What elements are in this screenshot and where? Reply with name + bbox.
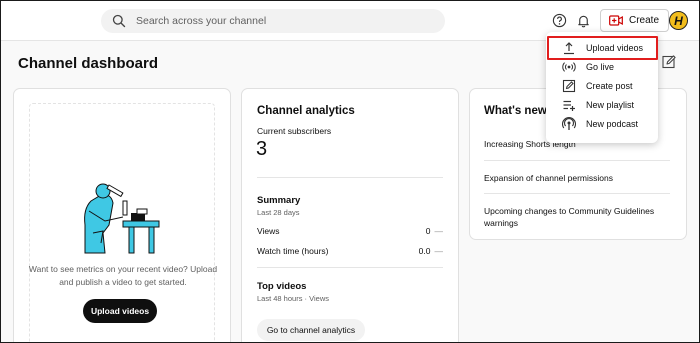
playlist-icon [562,98,576,112]
divider [257,267,443,268]
divider [484,193,670,194]
stat-row-watch-time: Watch time (hours) 0.0— [257,246,443,256]
avatar-letter: H [674,13,683,28]
create-menu: Upload videos Go live Create post New pl… [546,32,658,143]
summary-period: Last 28 days [257,208,300,217]
news-item[interactable]: Expansion of channel permissions [484,172,670,184]
channel-analytics-card: Channel analytics Current subscribers 3 … [241,88,459,342]
top-videos-period: Last 48 hours · Views [257,294,329,303]
live-icon [562,60,576,74]
menu-item-go-live[interactable]: Go live [546,58,658,76]
subscribers-count: 3 [256,138,268,160]
menu-item-label: Go live [586,62,615,72]
podcast-icon [562,117,576,131]
video-add-icon [609,15,623,26]
studio-window: Create H Channel dashboard Wan [0,0,700,343]
analytics-title: Channel analytics [257,105,355,117]
upload-illustration [79,181,163,262]
create-button[interactable]: Create [600,9,670,32]
stat-value: 0 [425,226,431,236]
stat-change: — [434,226,444,236]
search-icon [112,14,126,28]
menu-item-label: Upload videos [586,43,644,53]
divider [257,177,443,178]
summary-title: Summary [257,195,301,206]
stat-value: 0.0 [418,246,431,256]
menu-item-label: Create post [586,81,633,91]
menu-item-label: New podcast [586,119,639,129]
top-videos-title: Top videos [257,281,307,292]
menu-item-new-playlist[interactable]: New playlist [546,96,658,114]
avatar[interactable]: H [669,11,688,30]
edit-icon[interactable] [661,54,677,70]
search-input[interactable] [136,15,426,27]
stat-label: Views [257,226,280,236]
go-to-analytics-button[interactable]: Go to channel analytics [257,319,365,341]
help-icon[interactable] [551,12,567,28]
menu-item-create-post[interactable]: Create post [546,77,658,95]
search-bar[interactable] [101,9,445,33]
stat-row-views: Views 0— [257,226,443,236]
menu-item-upload-videos[interactable]: Upload videos [546,39,658,57]
stat-label: Watch time (hours) [257,246,329,256]
upload-prompt-text: Want to see metrics on your recent video… [28,264,218,287]
menu-item-label: New playlist [586,100,635,110]
create-label: Create [629,15,660,26]
page-title: Channel dashboard [18,55,159,72]
stat-change: — [434,246,444,256]
menu-item-new-podcast[interactable]: New podcast [546,115,658,133]
upload-videos-button[interactable]: Upload videos [83,299,157,323]
post-icon [562,79,576,93]
bell-icon[interactable] [575,12,591,28]
divider [484,160,670,161]
upload-icon [562,41,576,55]
subscribers-label: Current subscribers [257,126,332,136]
news-item[interactable]: Upcoming changes to Community Guidelines… [484,205,670,229]
